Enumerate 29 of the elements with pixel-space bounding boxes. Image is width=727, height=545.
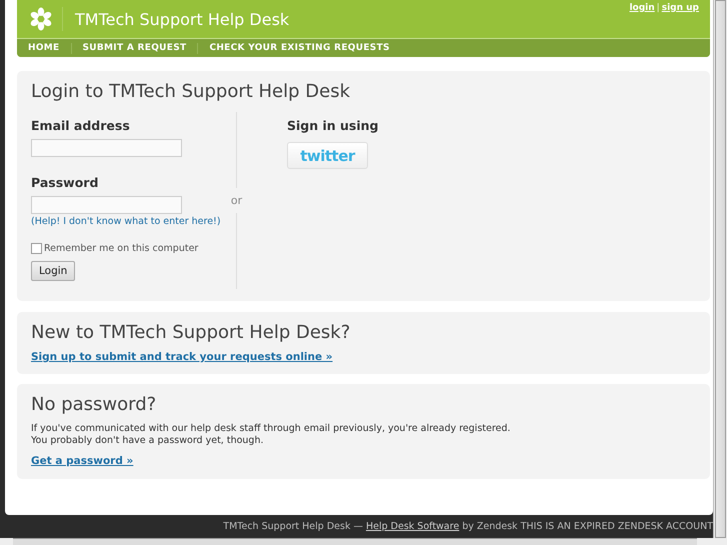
signup-link[interactable]: Sign up to submit and track your requests online » [31, 351, 333, 363]
link-separator: | [656, 3, 660, 13]
email-field[interactable] [31, 139, 182, 157]
get-password-link[interactable]: Get a password » [31, 455, 134, 467]
help-link[interactable]: (Help! I don't know what to enter here!) [31, 216, 236, 227]
card-title: No password? [31, 394, 158, 415]
card-title: New to TMTech Support Help Desk? [31, 322, 352, 343]
sign-in-label: Sign in using [287, 118, 378, 133]
nav-link[interactable]: CHECK YOUR EXISTING REQUESTS [197, 42, 401, 54]
signup-link[interactable]: sign up [662, 3, 699, 13]
flower-logo-icon [29, 7, 53, 31]
field-label: Password [31, 175, 100, 190]
footer-link[interactable]: Help Desk Software [366, 521, 460, 532]
footer-text: TMTech Support Help Desk — Help Desk Software by Zendesk THIS IS AN EXPIRED ZENDESK ACCOUNT [223, 521, 713, 532]
card-title: Login to TMTech Support Help Desk [31, 81, 352, 102]
login-button[interactable]: Login [31, 261, 76, 281]
horizontal-scrollbar[interactable] [13, 538, 697, 545]
vertical-scrollbar[interactable] [715, 0, 726, 538]
remember-checkbox[interactable] [31, 243, 42, 254]
login-link[interactable]: login [629, 3, 655, 13]
twitter-button[interactable]: twitter [287, 142, 368, 169]
nav-link[interactable]: SUBMIT A REQUEST [70, 42, 198, 54]
info-text: If you've communicated with our help desk staff through email previously, you're already registered. You probably don't have a password yet, though. [31, 423, 512, 447]
separator-text: or [230, 193, 242, 209]
nav-link[interactable]: HOME [17, 42, 70, 54]
password-field[interactable] [31, 196, 182, 214]
site-title: TMTech Support Help Desk [75, 10, 290, 28]
field-label: Email address [31, 118, 131, 133]
checkbox-label: Remember me on this computer [44, 243, 198, 254]
